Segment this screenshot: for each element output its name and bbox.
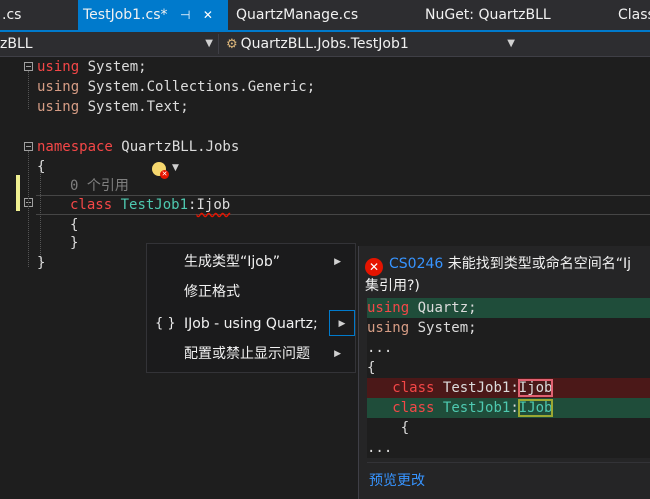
collapse-namespace-icon[interactable] [24, 142, 33, 151]
member-dropdown[interactable]: ⚙ QuartzBLL.Jobs.TestJob1 ▼ [226, 34, 520, 54]
chevron-right-icon[interactable]: ▶ [329, 310, 355, 336]
menu-item-using-quartz[interactable]: { } IJob - using Quartz; ▶ [147, 309, 355, 339]
removed-token: Ijob [517, 379, 554, 397]
code-line-6: { [37, 159, 46, 175]
chevron-right-icon: ▶ [334, 349, 341, 359]
outline-guide [28, 151, 29, 267]
menu-item-fix-format[interactable]: 修正格式 [147, 277, 355, 307]
change-marker [16, 175, 20, 211]
code-line-1: using System; [37, 59, 147, 75]
divider [367, 462, 650, 463]
collapse-usings-icon[interactable] [24, 62, 33, 71]
navigation-bar: zBLL ▼ ⚙ QuartzBLL.Jobs.TestJob1 ▼ [0, 32, 650, 57]
chevron-down-icon: ▼ [205, 38, 213, 49]
added-token: IJob [517, 399, 554, 417]
code-line-11: } [37, 255, 46, 271]
document-tab-strip: .cs TestJob1.cs* ⊣ ✕ QuartzManage.cs NuG… [0, 0, 650, 30]
preview-panel: ✕ CS0246 未能找到类型或命名空间名“Ij 集引用?) using Quar… [358, 246, 650, 499]
tab-cs-file[interactable]: .cs [0, 0, 78, 30]
namespace-icon: { } [155, 316, 176, 331]
menu-item-configure-suppress[interactable]: 配置或禁止显示问题 ▶ [147, 339, 355, 369]
code-line-2: using System.Collections.Generic; [37, 79, 316, 95]
preview-line-added: using Quartz; [367, 298, 650, 318]
chevron-down-icon: ▼ [172, 163, 179, 173]
reference-count[interactable]: 0 个引用 [70, 176, 129, 196]
code-line-5: namespace QuartzBLL.Jobs [37, 139, 240, 155]
preview-line: { [400, 420, 410, 436]
code-line-3: using System.Text; [37, 99, 189, 115]
tab-quartzmanage[interactable]: QuartzManage.cs [236, 0, 416, 30]
error-code-link[interactable]: CS0246 [389, 256, 443, 272]
tab-nuget-quartzbll[interactable]: NuGet: QuartzBLL [425, 0, 615, 30]
preview-line: { [367, 360, 376, 376]
error-description: ✕ CS0246 未能找到类型或命名空间名“Ij 集引用?) [365, 256, 632, 294]
lightbulb-button[interactable]: ✕ ▼ [150, 161, 184, 181]
preview-line-removed: class TestJob1:Ijob [367, 378, 650, 398]
code-line-10: } [70, 235, 79, 251]
tab-class[interactable]: Class [618, 0, 650, 30]
project-dropdown[interactable]: zBLL ▼ [0, 34, 219, 54]
tab-testjob1[interactable]: TestJob1.cs* ⊣ ✕ [78, 0, 228, 30]
class-icon: ⚙ [226, 37, 238, 52]
outline-guide [28, 71, 29, 109]
menu-item-generate-type[interactable]: 生成类型“Ijob” ▶ [147, 247, 355, 277]
indent-guide [40, 165, 41, 265]
preview-code: using Quartz; using System; ... { class … [367, 298, 650, 458]
preview-changes-link[interactable]: 预览更改 [369, 470, 425, 490]
error-badge-icon: ✕ [160, 170, 169, 179]
chevron-right-icon: ▶ [334, 257, 341, 267]
pin-icon[interactable]: ⊣ [180, 0, 190, 30]
close-icon[interactable]: ✕ [203, 0, 213, 30]
preview-ellipsis: ... [367, 340, 393, 356]
error-squiggle: Ijob [196, 197, 231, 213]
code-line-9: { [70, 217, 79, 233]
preview-ellipsis: ... [367, 440, 393, 456]
code-line-8: class TestJob1:Ijob [70, 197, 231, 213]
error-icon: ✕ [365, 258, 383, 276]
preview-line: using System; [367, 320, 477, 336]
chevron-down-icon: ▼ [507, 38, 515, 49]
quick-actions-menu: 生成类型“Ijob” ▶ 修正格式 { } IJob - using Quart… [146, 243, 356, 373]
preview-line-added: class TestJob1:IJob [367, 398, 650, 418]
